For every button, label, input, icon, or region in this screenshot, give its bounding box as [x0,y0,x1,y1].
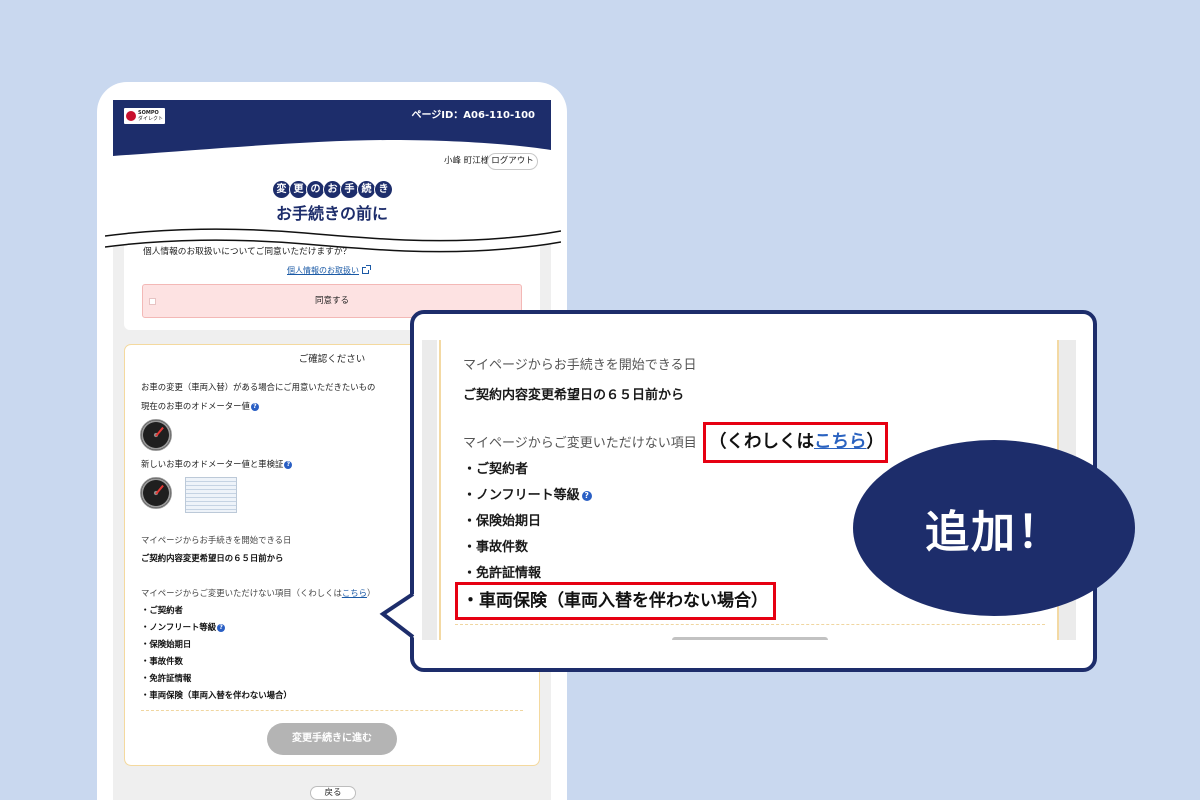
content-break-wave [105,228,561,253]
logout-button[interactable]: ログアウト [487,153,538,170]
privacy-policy-link[interactable]: 個人情報のお取扱い [287,266,359,275]
unchangeable-heading: マイページからご変更いただけない項目（くわしくはこちら） [141,588,375,598]
odometer-image [140,477,172,509]
title-badge-char: 手 [341,181,358,198]
callout-pointer [379,592,417,640]
current-odometer-row: 現在のお車のオドメーター値 [141,401,259,411]
title-badge: 変 更 の お 手 続 き [273,181,392,198]
new-odometer-label: 新しいお車のオドメーター値と車検証 [141,459,284,469]
list-item: ・保険始期日 [141,639,192,649]
unchangeable-title: マイページからご変更いただけない項目 [141,588,292,598]
callout-start-value: ご契約内容変更希望日の６５日前から [463,388,685,403]
callout-list-item: ・事故件数 [463,540,529,555]
callout-unchangeable-title: マイページからご変更いただけない項目 [463,436,697,451]
back-button[interactable]: 戻る [310,786,356,800]
title-badge-char: 更 [290,181,307,198]
card-border [439,340,441,640]
odometer-image [140,419,172,451]
logo-mark-icon [126,111,136,121]
title-badge-char: お [324,181,341,198]
site-header [113,100,551,156]
details-link[interactable]: こちら [342,588,367,598]
start-value: ご契約内容変更希望日の６５日前から [141,553,284,563]
callout-list-item: ・免許証情報 [463,566,542,581]
question-circle-icon[interactable] [284,460,293,469]
title-badge-char: の [307,181,324,198]
list-item: ・ご契約者 [141,605,183,615]
proceed-button-edge [672,637,828,640]
callout-list-item: ・保険始期日 [463,514,542,529]
question-circle-icon[interactable] [250,402,259,411]
title-badge-char: 続 [358,181,375,198]
start-title: マイページからお手続きを開始できる日 [141,535,292,545]
logo-sub-text: ダイレクト [138,116,164,122]
list-item: ・車両保険（車両入替を伴わない場合） [141,690,292,700]
callout-start-title: マイページからお手続きを開始できる日 [463,358,697,373]
list-item: ・免許証情報 [141,673,192,683]
external-link-icon [362,265,371,274]
divider [455,624,1045,625]
callout-details-link: こちら [814,432,867,452]
question-circle-icon [581,490,592,501]
callout-vehicle-insurance-highlight: ・車両保険（車両入替を伴わない場合） [455,582,776,620]
list-item-label: ・ノンフリート等級 [141,622,217,632]
question-circle-icon[interactable] [217,623,226,632]
callout-list-item-label: ・ノンフリート等級 [463,488,580,503]
details-open: （くわしくは [291,588,342,598]
list-item: ・ノンフリート等級 [141,622,226,632]
vehicle-inspection-certificate-image [185,477,237,513]
added-badge-text: 追加！ [925,507,1063,558]
proceed-button[interactable]: 変更手続きに進む [267,723,397,755]
user-name: 小峰 町江様 [444,156,490,166]
page-id: ページID：A06-110-100 [411,110,535,121]
list-item: ・事故件数 [141,656,183,666]
privacy-link-row: 個人情報のお取扱い [124,265,532,276]
prepare-title: お車の変更（車両入替）がある場合にご用意いただきたいもの [141,382,376,392]
callout-list-item: ・ご契約者 [463,462,529,477]
title-badge-char: 変 [273,181,290,198]
callout-details-highlight: （くわしくはこちら） [703,422,888,463]
new-odometer-row: 新しいお車のオドメーター値と車検証 [141,459,293,469]
current-odometer-label: 現在のお車のオドメーター値 [141,401,250,411]
callout-details-close: ） [866,432,885,452]
title-badge-char: き [375,181,392,198]
added-badge: 追加！ [853,440,1135,616]
sompo-logo: SOMPO ダイレクト [124,108,165,124]
page-title: お手続きの前に [275,204,388,223]
divider [141,710,523,711]
callout-details-open: （くわしくは [709,432,814,452]
callout-list-item: ・ノンフリート等級 [463,488,592,504]
